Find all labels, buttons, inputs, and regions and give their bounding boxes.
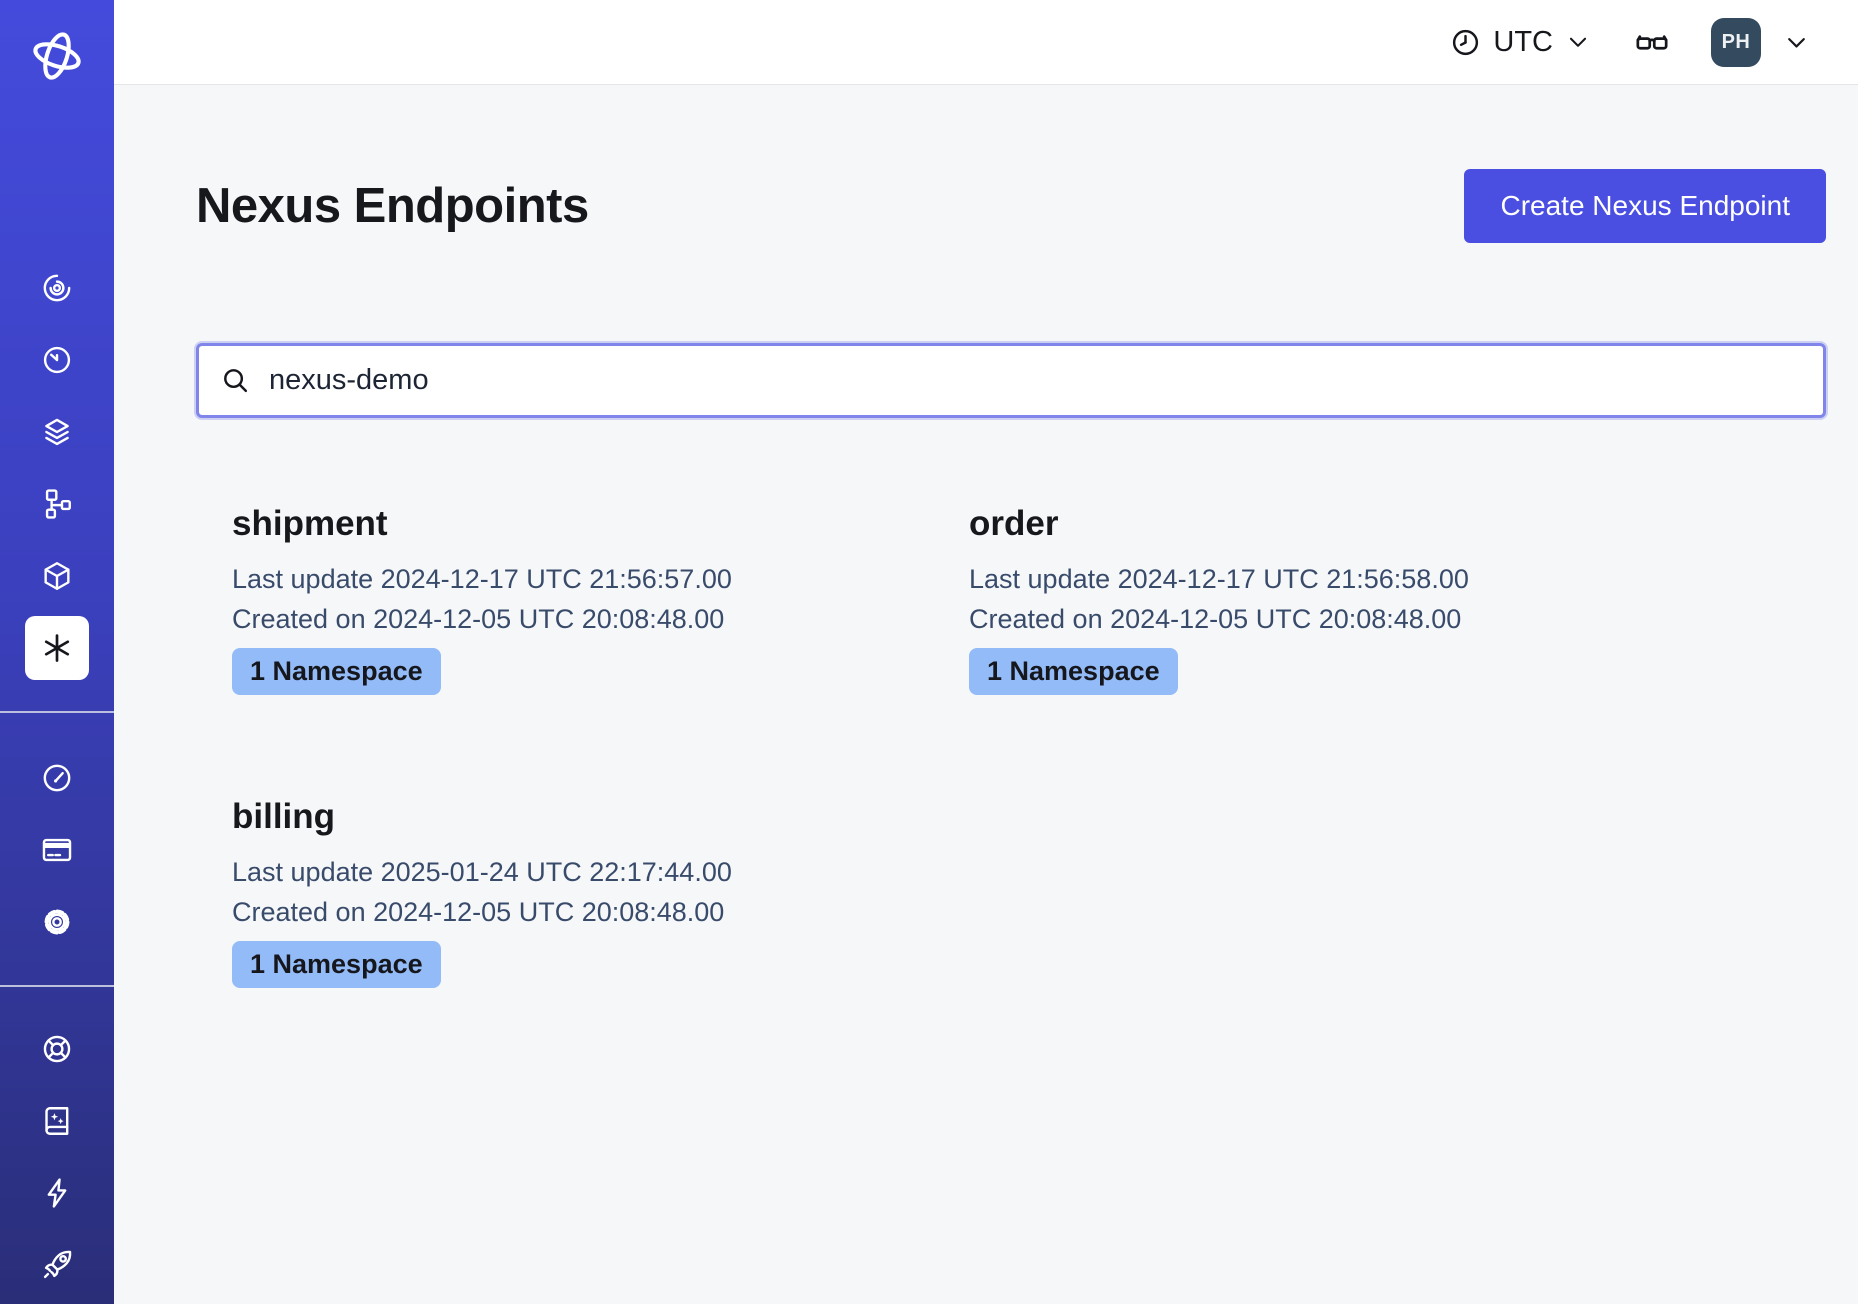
sidebar: [0, 0, 114, 1304]
namespaces-icon: [40, 559, 74, 593]
sidebar-item-namespaces[interactable]: [0, 540, 114, 612]
endpoint-name: order: [969, 504, 1826, 544]
topbar: UTC PH: [114, 0, 1858, 85]
search-bar: [196, 343, 1826, 418]
namespace-count-badge: 1 Namespace: [232, 941, 441, 988]
sidebar-item-nexus[interactable]: [0, 612, 114, 684]
endpoint-last-update: Last update 2024-12-17 UTC 21:56:57.00: [232, 559, 969, 599]
sidebar-item-getting-started[interactable]: [0, 1229, 114, 1301]
docs-book-icon: [40, 1104, 74, 1138]
sidebar-item-batch-operations[interactable]: [0, 468, 114, 540]
timezone-label: UTC: [1493, 26, 1553, 59]
sidebar-item-support[interactable]: [0, 1013, 114, 1085]
sidebar-item-usage[interactable]: [0, 742, 114, 814]
endpoint-created: Created on 2024-12-05 UTC 20:08:48.00: [969, 599, 1826, 639]
deployments-icon: [40, 415, 74, 449]
account-menu[interactable]: PH: [1711, 18, 1810, 67]
sidebar-nav-account: [0, 742, 114, 958]
sidebar-nav-primary: [0, 252, 114, 684]
quick-actions-lightning-icon: [40, 1176, 74, 1210]
support-lifebuoy-icon: [40, 1032, 74, 1066]
sidebar-divider: [0, 985, 114, 987]
getting-started-rocket-icon: [40, 1248, 74, 1282]
endpoint-card-shipment[interactable]: shipment Last update 2024-12-17 UTC 21:5…: [232, 504, 969, 695]
search-input[interactable]: [196, 343, 1826, 418]
sidebar-item-quick-actions[interactable]: [0, 1157, 114, 1229]
chevron-down-icon: [1565, 29, 1591, 55]
batch-operations-icon: [40, 487, 74, 521]
create-nexus-endpoint-button[interactable]: Create Nexus Endpoint: [1464, 169, 1826, 243]
clock-icon: [1450, 27, 1481, 58]
glasses-icon: [1635, 25, 1669, 59]
endpoint-list: shipment Last update 2024-12-17 UTC 21:5…: [232, 504, 1826, 988]
usage-gauge-icon: [40, 761, 74, 795]
page-title: Nexus Endpoints: [196, 178, 589, 234]
endpoint-name: shipment: [232, 504, 969, 544]
nexus-selected-highlight: [25, 616, 89, 680]
endpoint-card-order[interactable]: order Last update 2024-12-17 UTC 21:56:5…: [969, 504, 1826, 695]
endpoint-created: Created on 2024-12-05 UTC 20:08:48.00: [232, 892, 969, 932]
workflows-icon: [40, 271, 74, 305]
sidebar-item-docs[interactable]: [0, 1085, 114, 1157]
avatar[interactable]: PH: [1711, 18, 1761, 67]
sidebar-item-billing[interactable]: [0, 814, 114, 886]
nexus-asterisk-icon: [40, 631, 74, 665]
temporal-logo-icon[interactable]: [25, 24, 89, 88]
settings-gear-icon: [40, 905, 74, 939]
sidebar-item-settings[interactable]: [0, 886, 114, 958]
schedules-icon: [40, 343, 74, 377]
endpoint-last-update: Last update 2024-12-17 UTC 21:56:58.00: [969, 559, 1826, 599]
namespace-count-badge: 1 Namespace: [969, 648, 1178, 695]
page-header: Nexus Endpoints Create Nexus Endpoint: [196, 169, 1826, 243]
timezone-selector[interactable]: UTC: [1450, 26, 1591, 59]
endpoint-name: billing: [232, 797, 969, 837]
sidebar-nav-help: [0, 1013, 114, 1301]
namespace-count-badge: 1 Namespace: [232, 648, 441, 695]
sidebar-item-deployments[interactable]: [0, 396, 114, 468]
sidebar-item-workflows[interactable]: [0, 252, 114, 324]
billing-card-icon: [40, 833, 74, 867]
sidebar-divider: [0, 711, 114, 713]
sidebar-item-schedules[interactable]: [0, 324, 114, 396]
endpoint-last-update: Last update 2025-01-24 UTC 22:17:44.00: [232, 852, 969, 892]
endpoint-card-billing[interactable]: billing Last update 2025-01-24 UTC 22:17…: [232, 797, 969, 988]
main-area: UTC PH Nexus Endpoints Create Nexus E: [114, 0, 1858, 1304]
chevron-down-icon: [1783, 29, 1810, 56]
endpoint-created: Created on 2024-12-05 UTC 20:08:48.00: [232, 599, 969, 639]
labs-mode-button[interactable]: [1635, 25, 1669, 59]
content: Nexus Endpoints Create Nexus Endpoint sh…: [114, 85, 1858, 1304]
